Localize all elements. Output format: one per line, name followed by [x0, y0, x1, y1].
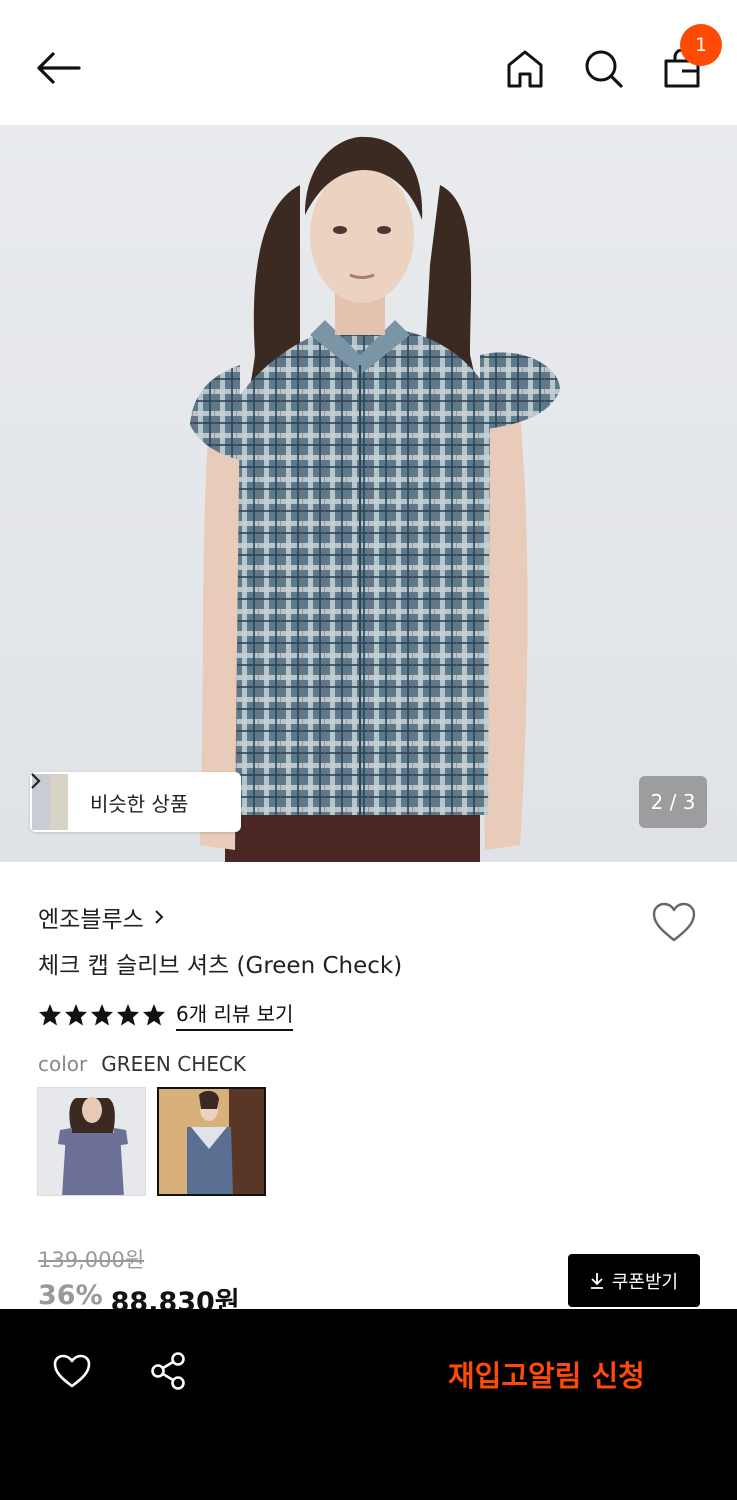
star-icon [143, 1003, 165, 1025]
search-button[interactable] [578, 44, 630, 94]
back-button[interactable] [30, 44, 86, 92]
back-arrow-icon [37, 52, 81, 84]
original-price: 139,000원 [38, 1248, 145, 1272]
heart-icon [652, 902, 696, 942]
cart-count-badge: 1 [680, 24, 722, 66]
restock-alert-button[interactable]: 재입고알림 신청 [448, 1353, 645, 1395]
color-swatch-1[interactable] [37, 1087, 146, 1196]
chevron-right-icon [155, 910, 164, 924]
heart-icon [53, 1354, 91, 1388]
product-image[interactable]: 비슷한 상품 2 / 3 [0, 125, 737, 862]
star-rating [38, 1003, 166, 1027]
wishlist-button[interactable] [648, 896, 700, 948]
product-title: 체크 캡 슬리브 셔츠 (Green Check) [38, 953, 403, 979]
color-row: color GREEN CHECK [38, 1052, 246, 1076]
color-swatch-2-selected[interactable] [157, 1087, 266, 1196]
star-icon [117, 1003, 139, 1025]
star-icon [65, 1003, 87, 1025]
color-label: color [38, 1052, 88, 1076]
star-icon [91, 1003, 113, 1025]
brand-name: 엔조블루스 [38, 907, 144, 933]
swatch-photo [38, 1088, 145, 1195]
swatch-photo [159, 1089, 264, 1194]
top-header: 1 [0, 0, 737, 125]
brand-link[interactable]: 엔조블루스 [38, 900, 164, 934]
color-value: GREEN CHECK [101, 1052, 246, 1076]
home-icon [507, 50, 543, 88]
star-icon [39, 1003, 61, 1025]
coupon-label: 쿠폰받기 [611, 1271, 679, 1293]
image-page-indicator: 2 / 3 [639, 776, 707, 828]
similar-products-label: 비슷한 상품 [90, 791, 189, 816]
download-icon [590, 1272, 603, 1289]
share-icon [151, 1352, 185, 1390]
bottom-action-bar: 재입고알림 신청 [0, 1309, 737, 1500]
search-icon [585, 50, 623, 88]
rating-row: 6개 리뷰 보기 [38, 998, 294, 1031]
home-button[interactable] [500, 44, 550, 94]
similar-products-button[interactable]: 비슷한 상품 [30, 772, 241, 832]
review-link[interactable]: 6개 리뷰 보기 [176, 998, 294, 1031]
share-button[interactable] [144, 1347, 192, 1395]
bottom-wishlist-button[interactable] [48, 1347, 96, 1395]
coupon-button[interactable]: 쿠폰받기 [568, 1254, 700, 1307]
product-photo [190, 136, 560, 862]
